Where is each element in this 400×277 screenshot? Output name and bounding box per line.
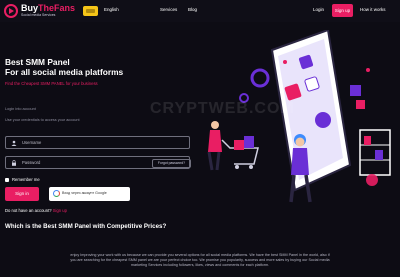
password-field[interactable]: Forgot password? [5, 156, 191, 169]
paragraph-line: marketing Services including followers, … [130, 263, 270, 267]
how-it-works-link[interactable]: How it works [360, 7, 386, 12]
gear-icon [250, 68, 270, 88]
top-navbar: BuyTheFans Social media Services English… [0, 0, 400, 22]
section-title: Which is the Best SMM Panel with Competi… [5, 223, 167, 230]
google-signin-label: Вход через аккаунт Google [62, 191, 107, 195]
hero-subtitle: Find the Cheapest SMM PANEL for your bus… [5, 81, 98, 86]
remember-label[interactable]: Remember me [12, 177, 40, 182]
nav-blog[interactable]: Blog [188, 7, 197, 12]
nav-services[interactable]: Services [160, 7, 177, 12]
watermark: CRYPTWEB.COM [150, 100, 295, 117]
hero-title-line1: Best SMM Panel [5, 57, 70, 67]
forgot-password-button[interactable]: Forgot password? [152, 159, 191, 168]
signin-button[interactable]: Sign in [5, 187, 39, 201]
logo-name: BuyTheFans [21, 3, 76, 13]
username-field[interactable] [5, 136, 190, 149]
no-account-label: Do not have an account? [5, 208, 52, 213]
user-icon [11, 140, 17, 146]
hero-title: Best SMM Panel For all social media plat… [5, 57, 123, 77]
logo-icon [4, 4, 18, 18]
password-input[interactable] [22, 158, 142, 167]
person-with-cart [207, 121, 259, 171]
logo-tagline: Social media Services [21, 13, 56, 17]
section-paragraph: enjoy Improving your work with us becaus… [0, 253, 400, 268]
username-input[interactable] [22, 138, 142, 147]
google-signin-button[interactable]: Вход через аккаунт Google [49, 187, 130, 201]
login-label: Login into account [5, 107, 36, 111]
logo[interactable]: BuyTheFans Social media Services [4, 3, 75, 20]
google-icon [53, 190, 60, 197]
hero-title-line2: For all social media platforms [5, 67, 124, 77]
remember-checkbox[interactable] [5, 178, 9, 182]
language-selector[interactable]: English [104, 7, 119, 12]
flag-icon[interactable] [83, 6, 98, 16]
box-illustration [356, 100, 365, 109]
signup-link[interactable]: Sign up [53, 208, 67, 213]
box-illustration [350, 85, 361, 96]
login-hint: Use your credentials to access your acco… [5, 118, 80, 122]
hero-illustration [207, 30, 391, 203]
no-account-text: Do not have an account? Sign up [5, 208, 67, 213]
login-link[interactable]: Login [313, 7, 324, 12]
lock-icon [12, 160, 16, 166]
signup-button[interactable]: Sign up [332, 4, 353, 17]
